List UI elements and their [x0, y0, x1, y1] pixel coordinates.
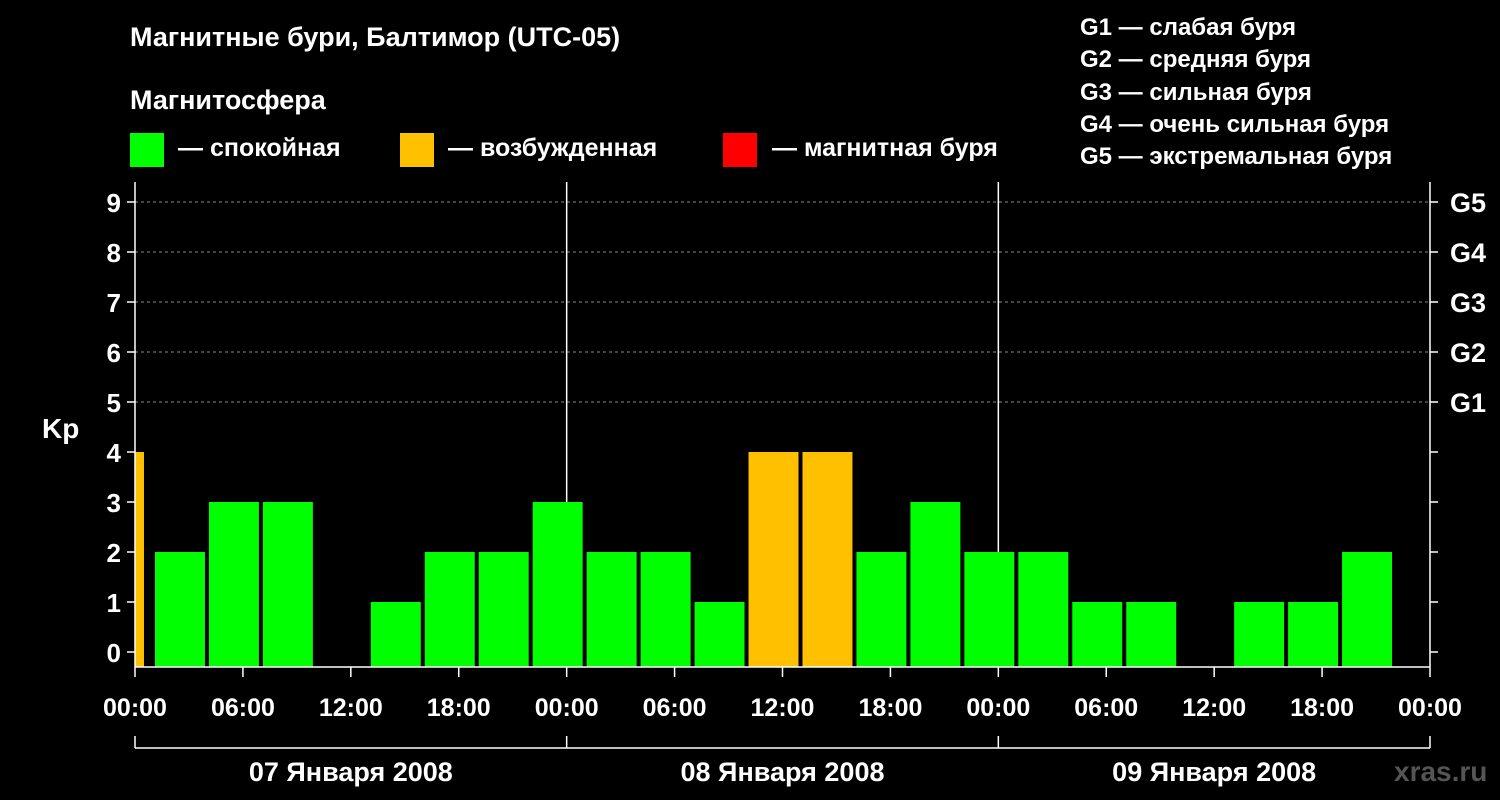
kp-bar	[748, 452, 799, 667]
x-tick-label: 06:00	[1074, 694, 1138, 722]
g-tick-label: G5	[1450, 188, 1486, 218]
y-tick-label: 5	[107, 388, 121, 418]
y-tick-label: 3	[107, 488, 121, 518]
kp-bar	[478, 552, 529, 667]
x-tick-label: 12:00	[1182, 694, 1246, 722]
kp-bar	[1018, 552, 1069, 667]
kp-bar	[424, 552, 475, 667]
date-label: 09 Января 2008	[1112, 757, 1316, 787]
date-label: 07 Января 2008	[249, 757, 453, 787]
g-tick-label: G2	[1450, 338, 1486, 368]
kp-bar	[640, 552, 691, 667]
y-tick-label: 0	[107, 638, 121, 668]
kp-bar	[135, 452, 144, 667]
x-tick-label: 12:00	[751, 694, 815, 722]
kp-bar	[856, 552, 907, 667]
kp-bar	[1288, 602, 1339, 667]
watermark: xras.ru	[1394, 756, 1488, 787]
x-tick-label: 00:00	[535, 694, 599, 722]
y-tick-label: 6	[107, 338, 121, 368]
x-tick-label: 00:00	[966, 694, 1030, 722]
y-tick-label: 1	[107, 588, 121, 618]
x-tick-label: 06:00	[643, 694, 707, 722]
kp-bar	[532, 502, 583, 667]
kp-bar	[910, 502, 961, 667]
y-axis-label: Kp	[42, 413, 79, 444]
kp-bar	[694, 602, 745, 667]
x-tick-label: 18:00	[427, 694, 491, 722]
kp-bar	[1342, 552, 1393, 667]
y-tick-label: 9	[107, 188, 121, 218]
y-tick-label: 7	[107, 288, 121, 318]
g-tick-label: G1	[1450, 388, 1486, 418]
kp-bar	[1072, 602, 1123, 667]
kp-bar	[208, 502, 259, 667]
y-tick-label: 8	[107, 238, 121, 268]
x-tick-label: 12:00	[319, 694, 383, 722]
kp-bar	[1234, 602, 1285, 667]
kp-bar	[154, 552, 205, 667]
kp-bar	[964, 552, 1015, 667]
g-tick-label: G3	[1450, 288, 1486, 318]
x-tick-label: 00:00	[103, 694, 167, 722]
x-tick-label: 18:00	[858, 694, 922, 722]
x-tick-label: 06:00	[211, 694, 275, 722]
x-tick-label: 00:00	[1398, 694, 1462, 722]
g-tick-label: G4	[1450, 238, 1486, 268]
kp-bar	[262, 502, 313, 667]
y-tick-label: 4	[107, 438, 122, 468]
kp-bar-chart: 0 1 2 3 4 5 6 7 8 9 G1 G2 G3 G4 G5 Kp 00:00 06:00 12:00 18:…	[42, 182, 1486, 787]
kp-bar	[802, 452, 853, 667]
x-tick-label: 18:00	[1290, 694, 1354, 722]
date-label: 08 Января 2008	[681, 757, 885, 787]
y-tick-label: 2	[107, 538, 121, 568]
kp-bar	[586, 552, 637, 667]
kp-bar	[370, 602, 421, 667]
kp-bar	[1126, 602, 1177, 667]
